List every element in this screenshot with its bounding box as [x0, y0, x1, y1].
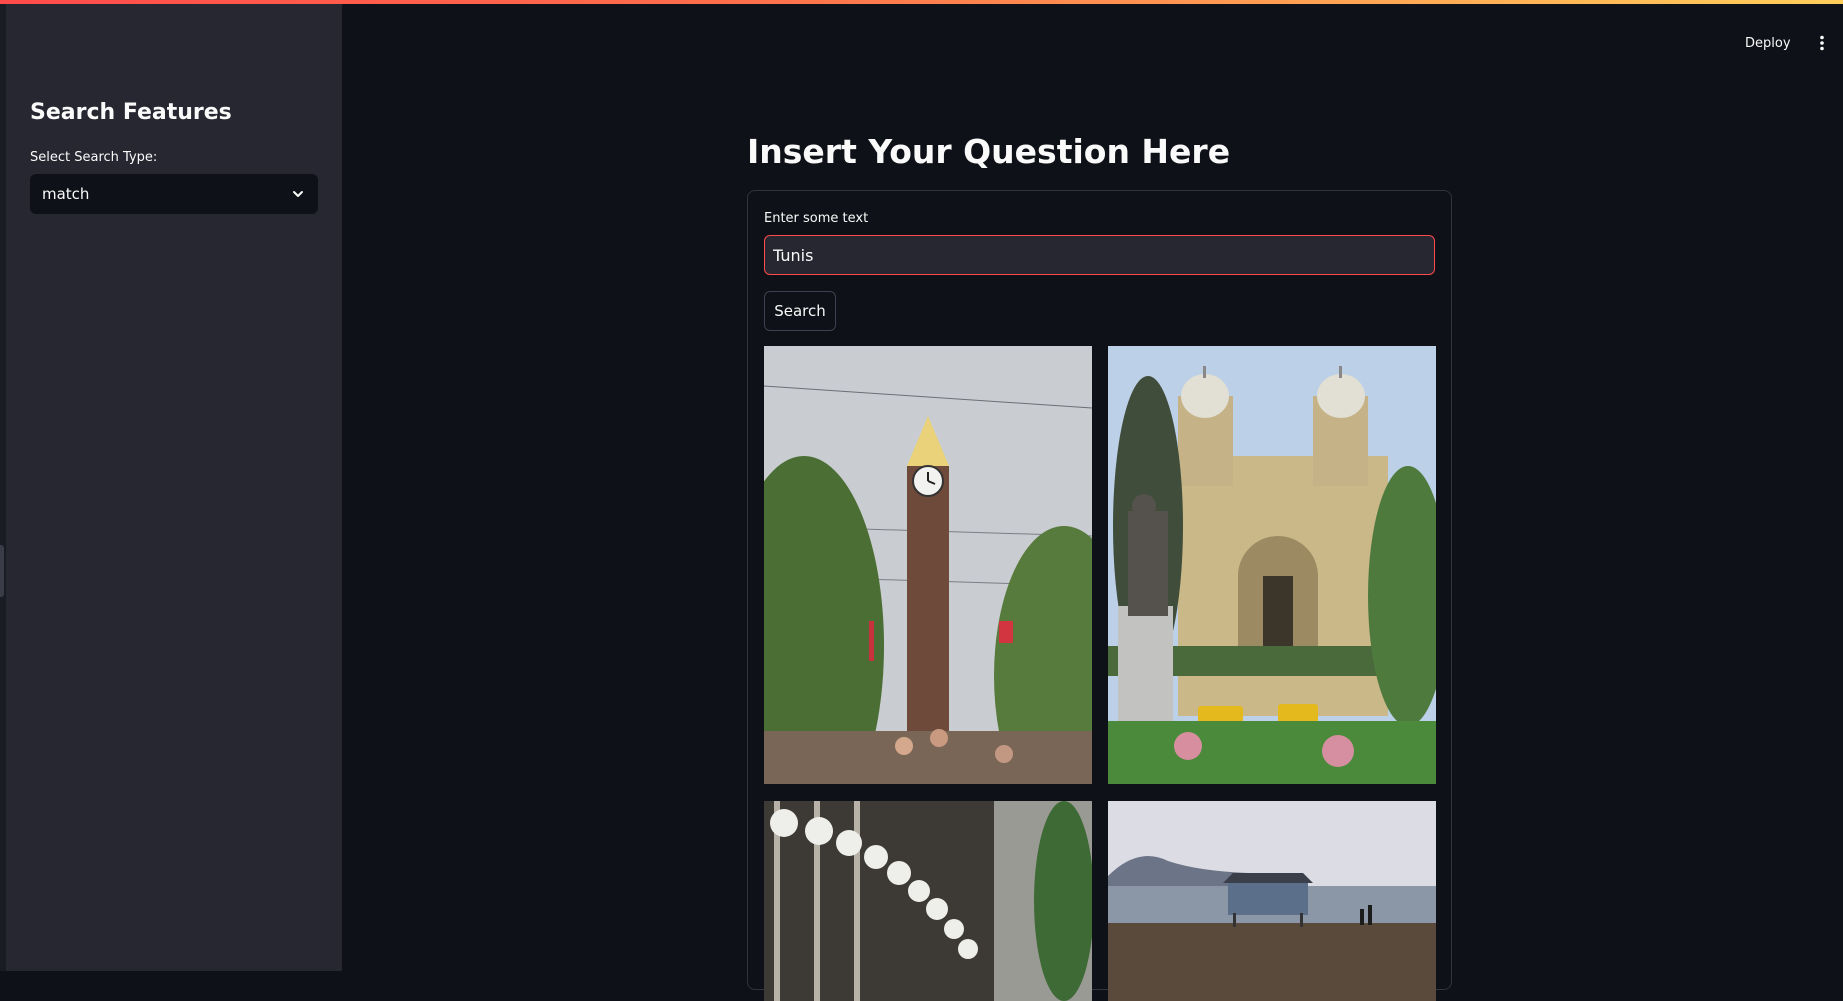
app-header: Deploy [342, 4, 1843, 74]
text-input-label: Enter some text [764, 211, 869, 226]
search-form: Enter some text Search [747, 190, 1452, 1001]
sidebar-title: Search Features [30, 100, 232, 125]
clock-tower-photo-icon [764, 346, 1092, 784]
search-type-select[interactable]: match [30, 174, 318, 214]
sidebar-resize-handle[interactable] [0, 545, 4, 597]
top-decoration-bar [0, 0, 1843, 4]
chevron-down-icon [290, 186, 306, 202]
cathedral-photo-icon [1108, 346, 1436, 784]
result-image-street-lamps[interactable] [764, 801, 1092, 1001]
result-image-clock-tower[interactable] [764, 346, 1092, 784]
main-content: Insert Your Question Here Enter some tex… [342, 0, 1843, 1001]
beach-hut-photo-icon [1108, 801, 1436, 1001]
sidebar: Search Features Select Search Type: matc… [6, 0, 342, 971]
left-edge-strip [0, 0, 6, 971]
result-image-cathedral[interactable] [1108, 346, 1436, 784]
more-vertical-icon[interactable] [1810, 28, 1834, 58]
street-lamps-photo-icon [764, 801, 1092, 1001]
search-text-input[interactable] [764, 235, 1435, 275]
result-image-beach-hut[interactable] [1108, 801, 1436, 1001]
page-title: Insert Your Question Here [747, 132, 1231, 171]
search-type-value: match [42, 185, 90, 203]
search-type-label: Select Search Type: [30, 150, 158, 165]
search-button[interactable]: Search [764, 291, 836, 331]
deploy-button[interactable]: Deploy [1735, 28, 1801, 58]
